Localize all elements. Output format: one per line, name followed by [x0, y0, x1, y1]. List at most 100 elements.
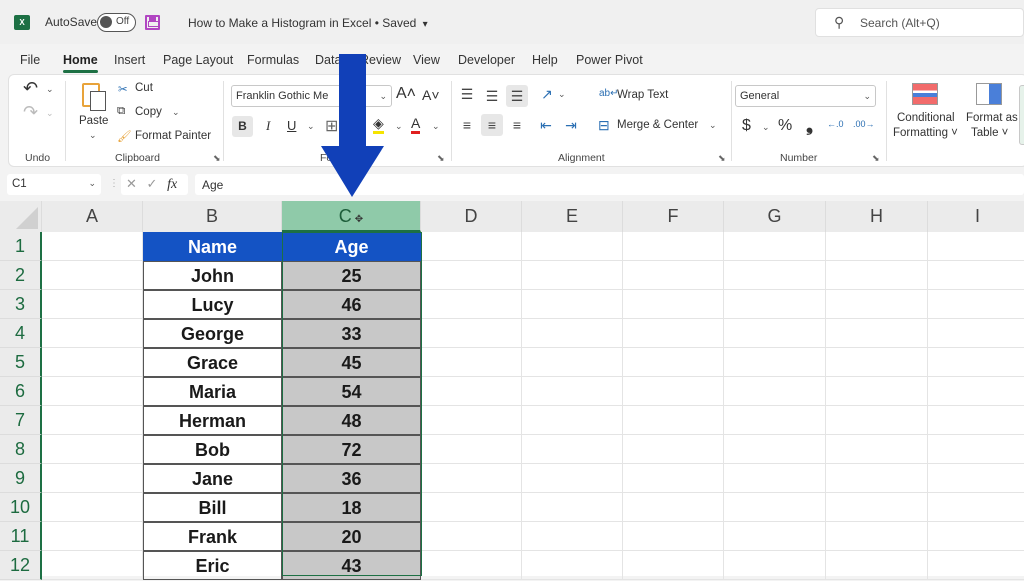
age-cell[interactable]: 33 [282, 319, 421, 348]
cell[interactable] [826, 290, 928, 319]
row-header-9[interactable]: 9 [0, 464, 42, 493]
format-painter-icon[interactable]: 🖌 [117, 129, 132, 143]
cell[interactable] [928, 261, 1024, 290]
merge-center-icon[interactable]: ⊟ [598, 117, 610, 134]
cell[interactable] [623, 261, 724, 290]
tab-insert[interactable]: Insert [114, 53, 145, 67]
cell[interactable] [724, 261, 826, 290]
alignment-launcher-icon[interactable]: ⬊ [718, 153, 726, 164]
cell[interactable] [623, 377, 724, 406]
cell[interactable] [522, 406, 623, 435]
align-bottom-icon[interactable]: ☰ [506, 85, 528, 107]
copy-chevron[interactable]: ⌄ [172, 107, 180, 118]
column-header-i[interactable]: I [928, 201, 1024, 232]
age-cell[interactable]: 45 [282, 348, 421, 377]
table-header-name[interactable]: Name [143, 232, 282, 261]
cell[interactable] [623, 290, 724, 319]
cell[interactable] [623, 406, 724, 435]
cell[interactable] [42, 319, 143, 348]
name-cell[interactable]: Frank [143, 522, 282, 551]
cell[interactable] [522, 348, 623, 377]
cell[interactable] [826, 493, 928, 522]
cell[interactable] [421, 493, 522, 522]
cell[interactable] [42, 435, 143, 464]
row-header-11[interactable]: 11 [0, 522, 42, 551]
align-center-icon[interactable]: ≡ [481, 114, 503, 136]
undo-icon[interactable]: ↶ [23, 78, 38, 99]
cell[interactable] [522, 464, 623, 493]
cell[interactable] [623, 493, 724, 522]
cell[interactable] [826, 464, 928, 493]
cell[interactable] [724, 406, 826, 435]
undo-chevron[interactable]: ⌄ [46, 84, 54, 95]
cell[interactable] [421, 464, 522, 493]
row-header-6[interactable]: 6 [0, 377, 42, 406]
fill-color-chevron[interactable]: ⌄ [395, 121, 403, 132]
age-cell[interactable]: 36 [282, 464, 421, 493]
orientation-icon[interactable]: ↗ [536, 83, 558, 105]
row-header-4[interactable]: 4 [0, 319, 42, 348]
cell[interactable] [928, 406, 1024, 435]
paste-button[interactable]: Paste [79, 115, 108, 127]
name-cell[interactable]: Bill [143, 493, 282, 522]
cell[interactable] [421, 319, 522, 348]
cell[interactable] [421, 348, 522, 377]
cell[interactable] [928, 522, 1024, 551]
cell[interactable] [724, 348, 826, 377]
cell[interactable] [42, 464, 143, 493]
column-header-e[interactable]: E [522, 201, 623, 232]
age-cell[interactable]: 25 [282, 261, 421, 290]
column-header-d[interactable]: D [421, 201, 522, 232]
cell[interactable] [42, 522, 143, 551]
wrap-text-icon[interactable]: ab↵ [599, 88, 619, 99]
cell[interactable] [928, 290, 1024, 319]
italic-button[interactable]: I [266, 118, 270, 134]
format-as-table-button-line2[interactable]: Table ˅ [971, 127, 1008, 139]
cell[interactable] [522, 493, 623, 522]
decrease-font-icon[interactable]: A˅ [422, 87, 440, 103]
tab-page-layout[interactable]: Page Layout [163, 53, 233, 67]
cell[interactable] [623, 348, 724, 377]
cell[interactable] [826, 319, 928, 348]
row-header-5[interactable]: 5 [0, 348, 42, 377]
name-cell[interactable]: Herman [143, 406, 282, 435]
cell[interactable] [623, 319, 724, 348]
cell[interactable] [724, 493, 826, 522]
cell[interactable] [42, 406, 143, 435]
redo-icon[interactable]: ↷ [23, 102, 38, 123]
cell[interactable] [623, 435, 724, 464]
cell[interactable] [421, 522, 522, 551]
cell[interactable] [522, 377, 623, 406]
cell[interactable] [724, 232, 826, 261]
underline-button[interactable]: U [287, 118, 296, 133]
age-cell[interactable]: 20 [282, 522, 421, 551]
row-header-3[interactable]: 3 [0, 290, 42, 319]
borders-icon[interactable]: ⊞ [325, 116, 338, 136]
paste-chevron[interactable]: ⌄ [89, 130, 97, 141]
currency-chevron[interactable]: ⌄ [762, 122, 770, 133]
cell[interactable] [826, 435, 928, 464]
cell[interactable] [724, 464, 826, 493]
age-cell[interactable]: 18 [282, 493, 421, 522]
cell[interactable] [928, 377, 1024, 406]
tab-help[interactable]: Help [532, 53, 558, 67]
copy-button[interactable]: Copy [135, 106, 162, 118]
cell[interactable] [826, 348, 928, 377]
cell[interactable] [928, 493, 1024, 522]
column-header-h[interactable]: H [826, 201, 928, 232]
insert-function-icon[interactable]: fx [167, 177, 177, 192]
conditional-formatting-button[interactable]: Conditional [897, 112, 955, 124]
row-header-1[interactable]: 1 [0, 232, 42, 261]
format-painter-button[interactable]: Format Painter [135, 130, 211, 142]
cell[interactable] [928, 232, 1024, 261]
column-header-g[interactable]: G [724, 201, 826, 232]
increase-font-icon[interactable]: A˄ [396, 85, 416, 103]
cell[interactable] [42, 493, 143, 522]
increase-indent-icon[interactable]: ⇥ [560, 114, 582, 136]
font-launcher-icon[interactable]: ⬊ [437, 153, 445, 164]
cell[interactable] [522, 435, 623, 464]
cell[interactable] [826, 377, 928, 406]
cell[interactable] [421, 290, 522, 319]
cut-button[interactable]: Cut [135, 82, 153, 94]
autosave-toggle[interactable]: Off [97, 13, 136, 32]
